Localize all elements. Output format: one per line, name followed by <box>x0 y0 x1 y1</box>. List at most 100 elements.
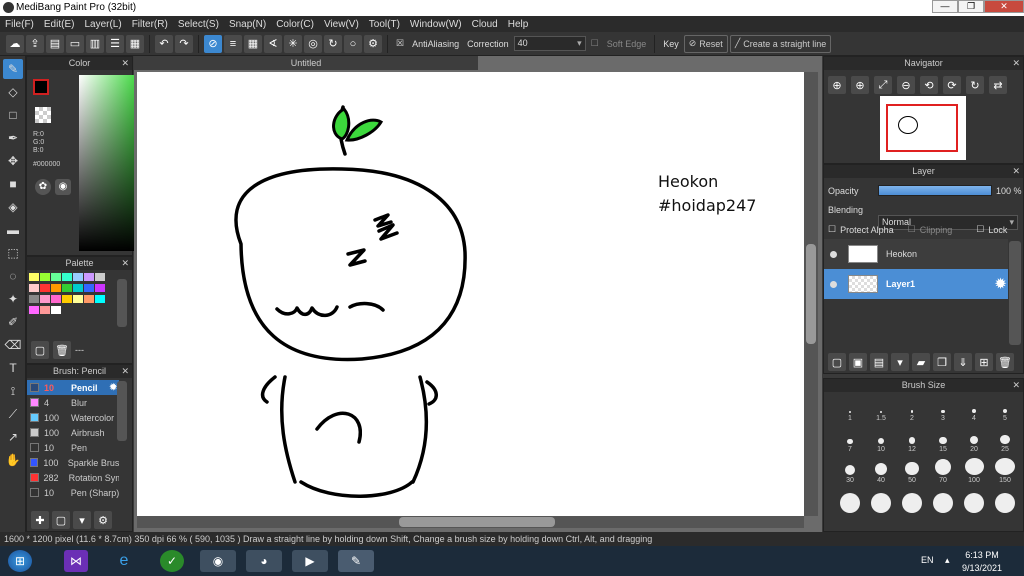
tray-arrow-icon[interactable]: ▴ <box>945 555 950 566</box>
brush-size-option[interactable] <box>959 489 989 515</box>
minimize-button[interactable]: — <box>932 0 958 13</box>
delete-layer-icon[interactable]: 🗑 <box>996 353 1014 371</box>
navigator-preview[interactable] <box>880 96 966 160</box>
brush-tool-icon[interactable]: ✎ <box>3 59 23 79</box>
brush-size-option[interactable]: 7 <box>835 427 865 453</box>
brush-size-option[interactable]: 50 <box>897 458 927 484</box>
saturation-value-picker[interactable] <box>79 75 139 251</box>
reset-rotation-icon[interactable]: ⟳ <box>943 76 961 94</box>
document-icon[interactable]: ▥ <box>86 34 104 53</box>
rectangle-tool-icon[interactable]: □ <box>3 105 23 125</box>
brush-size-option[interactable]: 20 <box>959 427 989 453</box>
snap-off-icon[interactable]: ⊘ <box>204 34 222 53</box>
eyedropper-tool-icon[interactable]: ⟋ <box>3 404 23 424</box>
brush-size-option[interactable]: 4 <box>959 396 989 422</box>
color-picker-icon[interactable]: ◉ <box>55 179 71 195</box>
brush-size-option[interactable]: 3 <box>928 396 958 422</box>
menu-snap[interactable]: Snap(N) <box>224 19 271 30</box>
palette-swatch[interactable] <box>51 284 61 292</box>
brush-item[interactable]: 282 Rotation Sym <box>27 470 119 485</box>
palette-swatch[interactable] <box>29 295 39 303</box>
brush-item[interactable]: 100 Sparkle Brush <box>27 455 119 470</box>
zoom-icon[interactable]: ▶ <box>292 550 328 572</box>
pen-tool-icon[interactable]: ✒ <box>3 128 23 148</box>
panel-close-icon[interactable]: ✕ <box>121 57 129 70</box>
brush-item[interactable]: 4 Blur <box>27 395 119 410</box>
palette-swatch[interactable] <box>84 284 94 292</box>
brush-item[interactable]: 100 Watercolor <box>27 410 119 425</box>
panel-close-icon[interactable]: ✕ <box>1012 57 1020 70</box>
vanishing-snap-icon[interactable]: ∢ <box>264 34 282 53</box>
gradient-tool-icon[interactable]: ▬ <box>3 220 23 240</box>
grid-icon[interactable]: ▦ <box>126 34 144 53</box>
vertical-scroll-thumb[interactable] <box>806 244 816 344</box>
curve-snap-icon[interactable]: ↻ <box>324 34 342 53</box>
folder-icon[interactable]: ▰ <box>912 353 930 371</box>
fit-icon[interactable]: ⤢ <box>874 76 892 94</box>
palette-swatch[interactable] <box>84 295 94 303</box>
zoom-out-icon[interactable]: ⊖ <box>897 76 915 94</box>
menu-file[interactable]: File(F) <box>0 19 39 30</box>
opacity-slider[interactable] <box>878 185 992 196</box>
hand-tool-icon[interactable]: ✋ <box>3 450 23 470</box>
maximize-button[interactable]: ❐ <box>958 0 984 13</box>
menu-select[interactable]: Select(S) <box>173 19 224 30</box>
panel-close-icon[interactable]: ✕ <box>1012 379 1020 392</box>
palette-swatch[interactable] <box>73 295 83 303</box>
brush-settings-icon[interactable]: ✹ <box>109 382 117 393</box>
soft-edge-checkbox[interactable]: ☐ <box>588 38 602 49</box>
menu-layer[interactable]: Layer(L) <box>79 19 126 30</box>
palette-swatch[interactable] <box>95 295 105 303</box>
horizontal-scroll-thumb[interactable] <box>399 517 555 527</box>
brush-size-option[interactable] <box>866 489 896 515</box>
select-tool-icon[interactable]: ⬚ <box>3 243 23 263</box>
visual-studio-icon[interactable]: ⋈ <box>64 550 88 572</box>
brush-item[interactable]: 10 Pencil ✹ <box>27 380 119 395</box>
eraser-tool-icon[interactable]: ◇ <box>3 82 23 102</box>
panel-close-icon[interactable]: ✕ <box>1012 165 1020 178</box>
close-button[interactable]: ✕ <box>984 0 1024 13</box>
lasso-tool-icon[interactable]: ◌ <box>3 266 23 286</box>
menu-help[interactable]: Help <box>503 19 534 30</box>
layer-settings-icon[interactable]: ✹ <box>995 276 1006 292</box>
brush-size-option[interactable]: 100 <box>959 458 989 484</box>
palette-icon[interactable]: ✿ <box>35 179 51 195</box>
menu-filter[interactable]: Filter(R) <box>127 19 173 30</box>
list-icon[interactable]: ☰ <box>106 34 124 53</box>
circle-snap-icon[interactable]: ◎ <box>304 34 322 53</box>
add-brush-icon[interactable]: ✚ <box>31 511 49 529</box>
redo-icon[interactable]: ↷ <box>175 34 193 53</box>
palette-swatch[interactable] <box>95 284 105 292</box>
share-icon[interactable]: ⇪ <box>26 34 44 53</box>
photos-icon[interactable]: ◕ <box>246 550 282 572</box>
new-palette-icon[interactable]: ▢ <box>31 341 49 359</box>
brush-size-option[interactable]: 10 <box>866 427 896 453</box>
brush-size-option[interactable]: 1 <box>835 396 865 422</box>
brush-size-option[interactable]: 12 <box>897 427 927 453</box>
menu-tool[interactable]: Tool(T) <box>364 19 405 30</box>
menu-color[interactable]: Color(C) <box>271 19 319 30</box>
palette-swatch[interactable] <box>62 284 72 292</box>
menu-edit[interactable]: Edit(E) <box>39 19 80 30</box>
brush-size-option[interactable]: 40 <box>866 458 896 484</box>
brush-size-option[interactable]: 150 <box>990 458 1020 484</box>
brush-size-option[interactable]: 2 <box>897 396 927 422</box>
brush-size-option[interactable]: 15 <box>928 427 958 453</box>
radial-snap-icon[interactable]: ✳ <box>284 34 302 53</box>
palette-swatch[interactable] <box>51 306 61 314</box>
start-button-icon[interactable]: ⊞ <box>8 550 32 572</box>
brush-menu-icon[interactable]: ▾ <box>73 511 91 529</box>
palette-swatch[interactable] <box>51 273 61 281</box>
chat-icon[interactable]: ▭ <box>66 34 84 53</box>
brush-item[interactable]: 100 Airbrush <box>27 425 119 440</box>
undo-icon[interactable]: ↶ <box>155 34 173 53</box>
canvas-paper[interactable]: Heokon #hoidap247 <box>137 72 804 516</box>
palette-swatch[interactable] <box>40 273 50 281</box>
clock[interactable]: 6:13 PM 9/13/2021 <box>962 549 1002 575</box>
brush-size-option[interactable] <box>928 489 958 515</box>
add-layer-menu-icon[interactable]: ▾ <box>891 353 909 371</box>
panel-close-icon[interactable]: ✕ <box>121 365 129 378</box>
layer-options-icon[interactable]: ⊞ <box>975 353 993 371</box>
palette-swatch[interactable] <box>29 273 39 281</box>
clipping-checkbox[interactable]: ☐ <box>908 224 916 235</box>
